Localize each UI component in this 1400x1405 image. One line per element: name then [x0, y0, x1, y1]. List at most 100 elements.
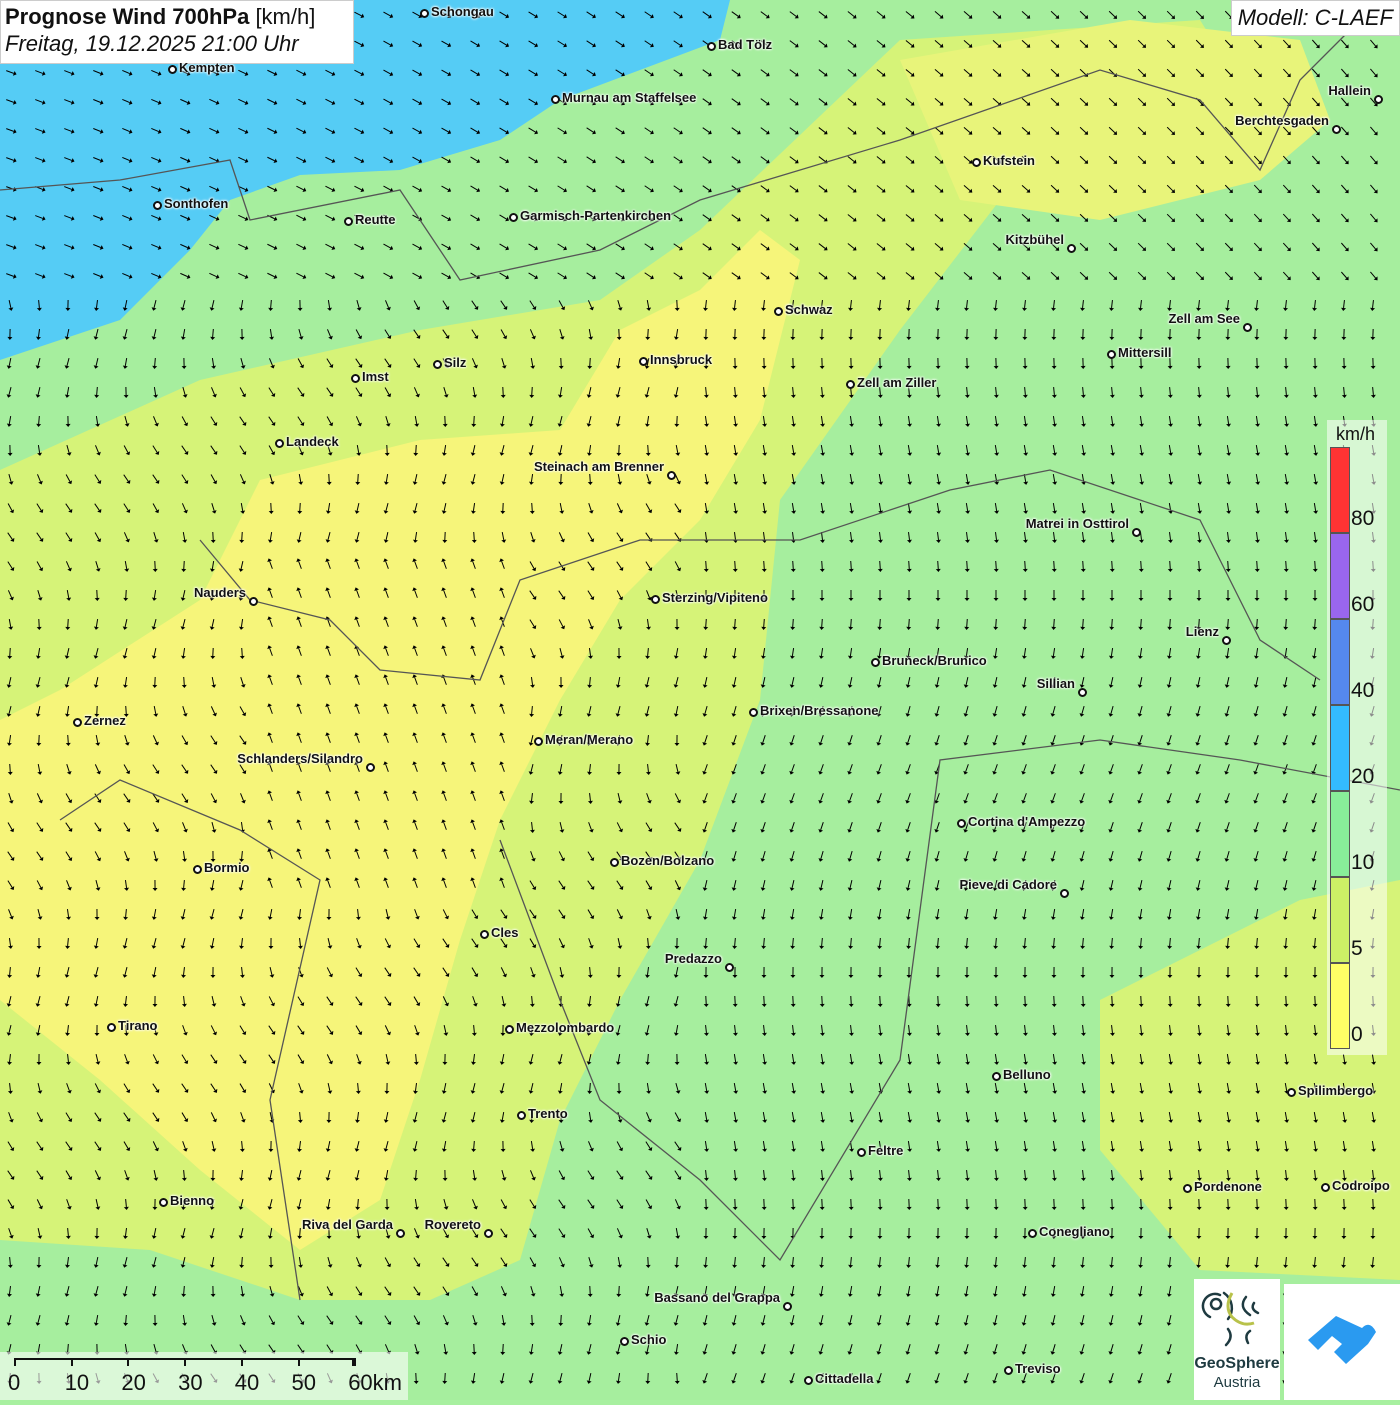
city-marker: [651, 595, 660, 604]
wind-arrow: [1083, 619, 1084, 627]
city-marker: [275, 439, 284, 448]
wind-arrow: [851, 561, 852, 569]
wind-arrow: [1083, 561, 1084, 569]
city-marker: [509, 213, 518, 222]
wind-arrow: [590, 474, 591, 482]
title-box: Prognose Wind 700hPa [km/h] Freitag, 19.…: [0, 0, 354, 64]
city-label: Cortina d'Ampezzo: [968, 814, 1085, 829]
scale-label: 0: [8, 1370, 20, 1396]
city-marker: [1332, 125, 1341, 134]
wind-arrow: [967, 619, 968, 627]
wind-arrow: [851, 619, 852, 627]
city-label: Schwaz: [785, 302, 833, 317]
city-marker: [1374, 95, 1383, 104]
city-label: Pieve di Cadore: [959, 877, 1057, 892]
legend-swatch: [1330, 533, 1350, 619]
city-marker: [153, 201, 162, 210]
city-label: Steinach am Brenner: [534, 459, 664, 474]
wind-arrow: [967, 561, 968, 569]
city-marker: [505, 1025, 514, 1034]
city-label: Landeck: [286, 434, 339, 449]
city-label: Kufstein: [983, 153, 1035, 168]
city-label: Silz: [444, 355, 466, 370]
legend-swatch: [1330, 705, 1350, 791]
city-label: Bormio: [204, 860, 250, 875]
city-marker: [1107, 350, 1116, 359]
city-marker: [774, 307, 783, 316]
city-label: Mezzolombardo: [516, 1020, 614, 1035]
wind-arrow: [300, 1228, 301, 1236]
city-label: Bozen/Bolzano: [621, 853, 714, 868]
city-marker: [1078, 688, 1087, 697]
wind-arrow: [358, 1199, 359, 1207]
city-marker: [433, 360, 442, 369]
city-marker: [107, 1023, 116, 1032]
wind-arrow: [1228, 938, 1229, 946]
city-marker: [517, 1111, 526, 1120]
wind-arrow: [764, 619, 765, 627]
city-marker: [1060, 889, 1069, 898]
wind-arrow: [880, 619, 881, 627]
scale-tick: [127, 1358, 129, 1366]
legend-swatch: [1330, 791, 1350, 877]
wind-arrow: [1257, 619, 1258, 627]
wind-arrow: [938, 619, 939, 627]
city-label: Bruneck/Brunico: [882, 653, 987, 668]
city-marker: [1287, 1088, 1296, 1097]
city-label: Sonthofen: [164, 196, 228, 211]
wind-arrow: [1257, 561, 1258, 569]
wind-arrow: [1054, 619, 1055, 627]
legend-label: 80: [1351, 507, 1374, 531]
city-label: Murnau am Staffelsee: [562, 90, 696, 105]
wind-arrow: [1112, 561, 1113, 569]
wind-arrow: [1228, 619, 1229, 627]
city-label: Riva del Garda: [302, 1217, 393, 1232]
wind-arrow: [764, 561, 765, 569]
scale-label: 30: [178, 1370, 202, 1396]
geosphere-country: Austria: [1194, 1374, 1280, 1391]
wind-arrow: [793, 938, 794, 946]
scale-bar: 0102030405060km: [0, 1352, 408, 1400]
wind-arrow: [1025, 561, 1026, 569]
city-label: Zernez: [84, 713, 126, 728]
city-marker: [1067, 244, 1076, 253]
wind-arrow: [1025, 619, 1026, 627]
model-label: Modell: C-LAEF: [1231, 0, 1400, 36]
city-label: Tirano: [118, 1018, 158, 1033]
wind-arrow: [68, 735, 69, 743]
city-marker: [804, 1376, 813, 1385]
wind-arrow: [909, 938, 910, 946]
wind-arrow: [126, 1315, 127, 1323]
city-marker: [1132, 528, 1141, 537]
city-marker: [344, 217, 353, 226]
city-marker: [484, 1229, 493, 1238]
legend-label: 5: [1351, 937, 1363, 961]
legend-swatch: [1330, 877, 1350, 963]
city-marker: [480, 930, 489, 939]
wind-arrow: [1199, 938, 1200, 946]
wind-arrow: [735, 938, 736, 946]
city-marker: [396, 1229, 405, 1238]
wind-arrow: [1170, 619, 1171, 627]
legend-label: 0: [1351, 1023, 1363, 1047]
city-label: Conegliano: [1039, 1224, 1110, 1239]
wind-arrow: [1286, 938, 1287, 946]
partner-logo[interactable]: [1284, 1284, 1400, 1400]
legend-swatch: [1330, 447, 1350, 533]
city-label: Codroipo: [1332, 1178, 1390, 1193]
wind-arrow: [1315, 619, 1316, 627]
scale-tick: [354, 1358, 356, 1366]
city-marker: [857, 1148, 866, 1157]
wind-arrow: [996, 561, 997, 569]
scale-tick: [184, 1358, 186, 1366]
wind-arrow: [1286, 561, 1287, 569]
scale-tick: [298, 1358, 300, 1366]
wind-arrow: [996, 938, 997, 946]
legend-label: 10: [1351, 851, 1374, 875]
city-label: Belluno: [1003, 1067, 1051, 1082]
wind-arrow: [1112, 938, 1113, 946]
city-label: Predazzo: [665, 951, 722, 966]
wind-arrow: [1315, 561, 1316, 569]
geosphere-logo[interactable]: GeoSphere Austria: [1194, 1279, 1280, 1400]
color-legend: km/h 806040201050: [1327, 420, 1387, 1055]
